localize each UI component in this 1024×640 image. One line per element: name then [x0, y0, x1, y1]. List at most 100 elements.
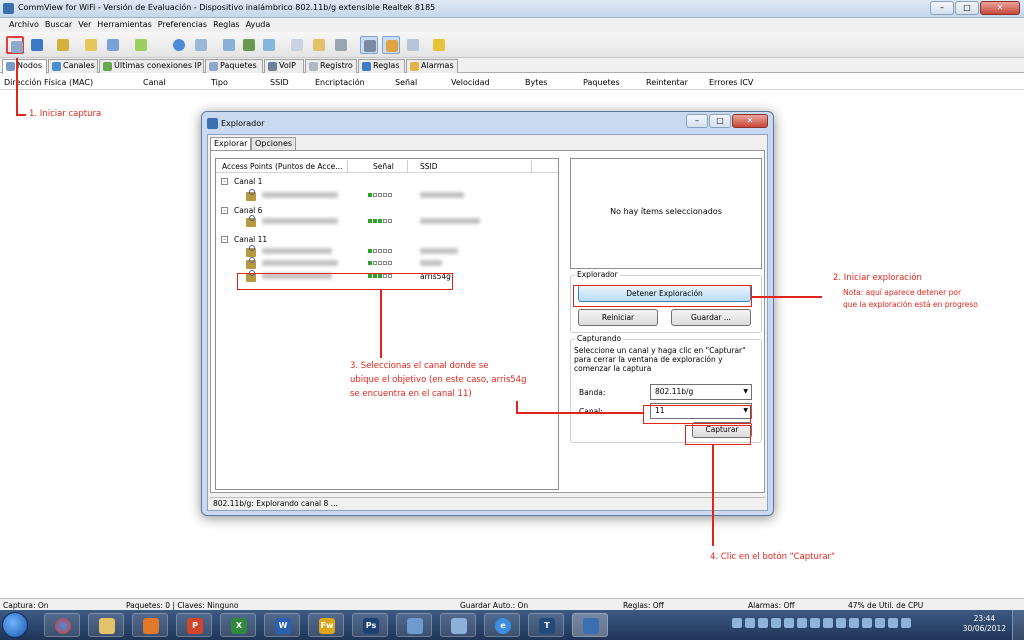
save-button[interactable]: Guardar ...	[671, 309, 751, 326]
stop-capture-button[interactable]	[28, 36, 46, 54]
search-button[interactable]	[170, 36, 188, 54]
tab-nodos[interactable]: Nodos	[2, 59, 47, 74]
expand-canal-6[interactable]: –	[221, 207, 228, 214]
restart-button[interactable]: Reiniciar	[578, 309, 658, 326]
dialog-close-button[interactable]: ✕	[732, 114, 768, 128]
window-title: CommView for WiFi - Versión de Evaluació…	[18, 3, 436, 12]
dialog-status-bar: 802.11b/g: Explorando canal 8 ...	[210, 497, 765, 510]
taskbar-fireworks-icon[interactable]: Fw	[308, 613, 344, 637]
tray-icon[interactable]	[836, 618, 846, 628]
filter-button-3[interactable]	[404, 36, 422, 54]
band-select[interactable]: 802.11b/g	[650, 384, 752, 400]
annotation-step-3-line-3: se encuentra en el canal 11)	[350, 389, 472, 399]
statistics-button[interactable]	[220, 36, 238, 54]
highlight-capture-button	[685, 425, 751, 445]
tab-registro[interactable]: Registro	[305, 59, 357, 73]
filter-button-1[interactable]	[360, 36, 378, 54]
tray-icon[interactable]	[771, 618, 781, 628]
menu-herramientas[interactable]: Herramientas	[94, 18, 155, 32]
channel-node-11[interactable]: Canal 11	[234, 235, 267, 244]
mac-alias-button[interactable]	[288, 36, 306, 54]
tray-icon[interactable]	[862, 618, 872, 628]
start-capture-button[interactable]	[6, 36, 24, 54]
dialog-maximize-button[interactable]: □	[709, 114, 731, 128]
decryption-button[interactable]	[192, 36, 210, 54]
tab-opciones[interactable]: Opciones	[251, 137, 297, 150]
status-cpu: 47% de Util. de CPU	[848, 601, 924, 610]
annotation-step-4: 4. Clic en el botón "Capturar"	[710, 552, 835, 562]
tray-icon[interactable]	[732, 618, 742, 628]
start-button[interactable]	[2, 612, 28, 638]
explorer-button[interactable]	[54, 36, 72, 54]
keys-button[interactable]	[260, 36, 278, 54]
tab-alarmas[interactable]: Alarmas	[406, 59, 458, 73]
tools-button[interactable]	[332, 36, 350, 54]
taskbar-media-player-icon[interactable]	[132, 613, 168, 637]
tray-icon[interactable]	[797, 618, 807, 628]
channel-node-1[interactable]: Canal 1	[234, 177, 262, 186]
dialog-minimize-button[interactable]: –	[686, 114, 708, 128]
col-velocidad[interactable]: Velocidad	[451, 78, 490, 87]
filter-button-2[interactable]	[382, 36, 400, 54]
taskbar-control-panel-icon[interactable]	[396, 613, 432, 637]
menu-buscar[interactable]: Buscar	[42, 18, 75, 32]
tray-icon[interactable]	[745, 618, 755, 628]
tray-icon[interactable]	[810, 618, 820, 628]
show-desktop-button[interactable]	[1012, 610, 1024, 640]
col-signal[interactable]: Señal	[373, 162, 394, 171]
taskbar-paint-icon[interactable]	[440, 613, 476, 637]
taskbar-powerpoint-icon[interactable]: P	[176, 613, 212, 637]
nodes-button[interactable]	[240, 36, 258, 54]
access-point-tree[interactable]: Access Points (Puntos de Acce... Señal S…	[215, 158, 559, 490]
maximize-button[interactable]: □	[955, 1, 979, 15]
tab-voip[interactable]: VoIP	[264, 59, 304, 73]
taskbar-word-icon[interactable]: W	[264, 613, 300, 637]
col-paquetes[interactable]: Paquetes	[583, 78, 620, 87]
col-canal[interactable]: Canal	[143, 78, 166, 87]
menu-preferencias[interactable]: Preferencias	[155, 18, 210, 32]
taskbar-ie-icon[interactable]: e	[484, 613, 520, 637]
taskbar-t-app-icon[interactable]: T	[528, 613, 564, 637]
col-reintentar[interactable]: Reintentar	[646, 78, 688, 87]
col-bytes[interactable]: Bytes	[525, 78, 547, 87]
ip-alias-button[interactable]	[310, 36, 328, 54]
col-senal[interactable]: Señal	[395, 78, 417, 87]
col-ssid[interactable]: SSID	[420, 162, 438, 171]
menu-archivo[interactable]: Archivo	[6, 18, 42, 32]
expand-canal-11[interactable]: –	[221, 236, 228, 243]
tab-reglas[interactable]: Reglas	[358, 59, 405, 73]
help-button[interactable]	[430, 36, 448, 54]
menu-ver[interactable]: Ver	[75, 18, 94, 32]
volume-icon[interactable]	[901, 618, 911, 628]
tray-icon[interactable]	[823, 618, 833, 628]
tab-paquetes[interactable]: Paquetes	[205, 59, 263, 73]
col-tipo[interactable]: Tipo	[211, 78, 228, 87]
taskbar-excel-icon[interactable]: X	[220, 613, 256, 637]
save-log-button[interactable]	[104, 36, 122, 54]
col-access-points[interactable]: Access Points (Puntos de Acce...	[222, 162, 342, 171]
menu-reglas[interactable]: Reglas	[210, 18, 243, 32]
taskbar-photoshop-icon[interactable]: Ps	[352, 613, 388, 637]
close-button[interactable]: ✕	[980, 1, 1020, 15]
menu-ayuda[interactable]: Ayuda	[243, 18, 274, 32]
tray-icon[interactable]	[849, 618, 859, 628]
taskbar-commview-icon[interactable]	[572, 613, 608, 637]
col-encriptacion[interactable]: Encriptación	[315, 78, 365, 87]
tab-canales[interactable]: Canales	[48, 59, 98, 73]
taskbar-explorer-icon[interactable]	[88, 613, 124, 637]
col-errores-icv[interactable]: Errores ICV	[709, 78, 753, 87]
packet-generator-button[interactable]	[132, 36, 150, 54]
col-ssid[interactable]: SSID	[270, 78, 289, 87]
expand-canal-1[interactable]: –	[221, 178, 228, 185]
open-log-button[interactable]	[82, 36, 100, 54]
tray-icon[interactable]	[758, 618, 768, 628]
clock[interactable]: 23:44 30/06/2012	[963, 614, 1006, 634]
tab-explorar[interactable]: Explorar	[210, 137, 252, 151]
channel-node-6[interactable]: Canal 6	[234, 206, 262, 215]
network-icon[interactable]	[888, 618, 898, 628]
minimize-button[interactable]: –	[930, 1, 954, 15]
tray-icon[interactable]	[784, 618, 794, 628]
taskbar-chrome-icon[interactable]	[44, 613, 80, 637]
tab-ultimas-conexiones-ip[interactable]: Últimas conexiones IP	[99, 59, 204, 73]
tray-icon[interactable]	[875, 618, 885, 628]
